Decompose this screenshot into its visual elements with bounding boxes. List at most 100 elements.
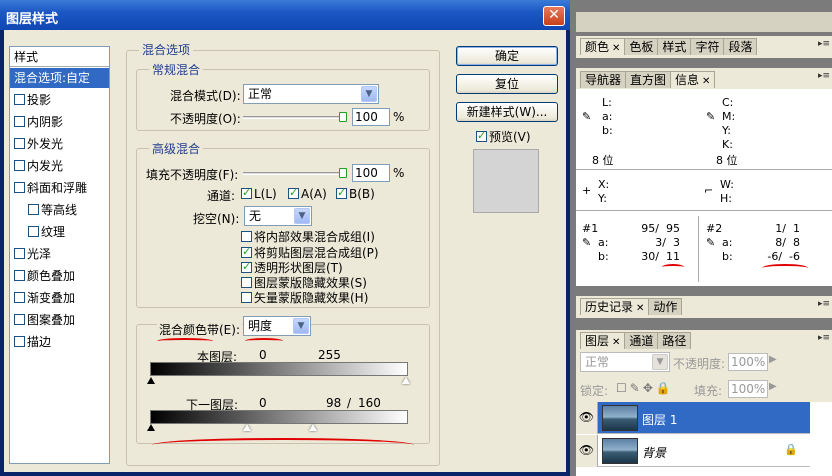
checkbox-icon xyxy=(14,160,25,171)
style-item[interactable]: 等高线 xyxy=(10,200,109,220)
style-item[interactable]: 纹理 xyxy=(10,222,109,242)
panel-tab[interactable]: 直方图 xyxy=(625,71,672,88)
layer-name: 图层 1 xyxy=(642,413,678,427)
this-layer-low: 0 xyxy=(259,348,267,362)
info-bit-right: 8 位 xyxy=(716,154,738,167)
style-item[interactable]: 内阴影 xyxy=(10,112,109,132)
panel-menu-icon[interactable]: ▸≡ xyxy=(818,39,830,49)
panel-menu-icon[interactable]: ▸≡ xyxy=(818,299,830,309)
style-list-header: 样式 xyxy=(10,47,109,67)
style-item[interactable]: 描边 xyxy=(10,332,109,352)
close-button[interactable]: ✕ xyxy=(543,6,565,26)
channel-l-checkbox[interactable]: L(L) xyxy=(241,186,277,201)
panel-menu-icon[interactable]: ▸≡ xyxy=(818,71,830,81)
lock-icons[interactable]: ☐✎✥🔒 xyxy=(616,381,674,395)
eye-icon[interactable]: 👁 xyxy=(576,435,598,467)
checkbox-icon xyxy=(14,116,25,127)
color-panel-tabs: 颜色 ✕ 色板 样式 字符 段落 xyxy=(580,38,758,56)
layer-opacity-input[interactable]: 100% xyxy=(728,353,768,371)
panel-tab-label: 动作 xyxy=(653,300,678,314)
info-panel-tabs: 导航器 直方图 信息 ✕ xyxy=(580,71,716,89)
info-divider xyxy=(698,216,699,282)
opacity-input[interactable]: 100 xyxy=(352,108,390,126)
knockout-select[interactable]: 无 ▼ xyxy=(244,206,312,226)
layer-row[interactable]: 👁 背景 🔒 xyxy=(576,435,810,467)
layer-name: 背景 xyxy=(642,446,667,460)
info-a: a: xyxy=(602,110,613,123)
style-item[interactable]: 图案叠加 xyxy=(10,310,109,330)
this-layer-gradient xyxy=(150,362,408,376)
fill-opacity-input[interactable]: 100 xyxy=(352,164,390,182)
layer-row[interactable]: 👁 图层 1 xyxy=(576,402,810,434)
panel-tab[interactable]: 动作 xyxy=(648,298,683,315)
layer-blend-mode-select[interactable]: 正常 ▼ xyxy=(580,352,670,372)
panel-tab[interactable]: 导航器 xyxy=(580,71,627,88)
channel-a-checkbox[interactable]: A(A) xyxy=(288,186,327,201)
blend-if-select[interactable]: 明度 ▼ xyxy=(243,316,311,336)
this-layer-white-thumb[interactable] xyxy=(402,377,410,384)
panel-tab[interactable]: 图层 ✕ xyxy=(580,332,626,349)
panel-tab[interactable]: 颜色 ✕ xyxy=(580,38,626,55)
info-divider xyxy=(576,210,832,211)
opacity-slider[interactable] xyxy=(243,116,347,119)
style-item[interactable]: 外发光 xyxy=(10,134,109,154)
checkbox-icon xyxy=(241,186,252,199)
info-h: H: xyxy=(720,192,732,205)
new-style-button[interactable]: 新建样式(W)... xyxy=(456,102,558,122)
opacity-slider-thumb[interactable] xyxy=(339,112,347,122)
opt-inner-effects[interactable]: 将内部效果混合成组(I) xyxy=(241,228,375,245)
checkbox-icon xyxy=(28,226,39,237)
style-item[interactable]: 渐变叠加 xyxy=(10,288,109,308)
close-tab-icon[interactable]: ✕ xyxy=(636,303,644,314)
blend-mode-select[interactable]: 正常 ▼ xyxy=(243,84,379,104)
reset-button[interactable]: 复位 xyxy=(456,74,558,94)
underlying-low: 0 xyxy=(259,396,267,410)
chevron-right-icon[interactable]: ▶ xyxy=(769,354,777,365)
underlying-gradient xyxy=(150,410,408,424)
style-item-label: 渐变叠加 xyxy=(27,291,76,305)
style-item[interactable]: 颜色叠加 xyxy=(10,266,109,286)
channel-b-checkbox[interactable]: B(B) xyxy=(336,186,375,201)
history-panel-tabs: 历史记录 ✕ 动作 xyxy=(580,298,683,316)
underlying-split-thumb-right[interactable] xyxy=(309,424,317,431)
panel-tab[interactable]: 信息 ✕ xyxy=(670,71,716,88)
info-y: Y: xyxy=(722,124,731,137)
fill-opacity-slider[interactable] xyxy=(243,172,347,175)
style-item[interactable]: 斜面和浮雕 xyxy=(10,178,109,198)
this-layer-black-thumb[interactable] xyxy=(147,377,155,384)
blend-mode-label: 混合模式(D): xyxy=(170,89,241,103)
close-tab-icon[interactable]: ✕ xyxy=(612,337,620,348)
panel-tab[interactable]: 通道 xyxy=(624,332,659,349)
panel-tab[interactable]: 路径 xyxy=(657,332,692,349)
panel-tab-label: 历史记录 xyxy=(585,300,634,314)
underlying-black-thumb[interactable] xyxy=(147,424,155,431)
close-tab-icon[interactable]: ✕ xyxy=(702,76,710,87)
style-item[interactable]: 投影 xyxy=(10,90,109,110)
eyedropper-icon: ✎ xyxy=(582,110,592,123)
preview-checkbox[interactable]: 预览(V) xyxy=(476,128,531,145)
fill-opacity-slider-thumb[interactable] xyxy=(339,168,347,178)
panel-tab[interactable]: 历史记录 ✕ xyxy=(580,298,650,315)
checkbox-icon xyxy=(241,292,252,303)
style-item[interactable]: 混合选项:自定 xyxy=(10,68,109,88)
close-tab-icon[interactable]: ✕ xyxy=(612,43,620,54)
chevron-right-icon[interactable]: ▶ xyxy=(769,381,777,392)
underlying-split-thumb-left[interactable] xyxy=(243,424,251,431)
style-item[interactable]: 光泽 xyxy=(10,244,109,264)
panel-tab[interactable]: 段落 xyxy=(723,38,758,55)
opt-vector-mask-hides[interactable]: 矢量蒙版隐藏效果(H) xyxy=(241,289,368,306)
style-item[interactable]: 内发光 xyxy=(10,156,109,176)
fill-label: 填充: xyxy=(694,384,723,398)
panel-menu-icon[interactable]: ▸≡ xyxy=(818,333,830,343)
channels-label: 通道: xyxy=(207,189,236,203)
checkbox-icon xyxy=(288,186,299,199)
layer-fill-input[interactable]: 100% xyxy=(728,380,768,398)
eye-icon[interactable]: 👁 xyxy=(576,402,598,434)
chevron-down-icon: ▼ xyxy=(652,354,668,370)
panel-tab[interactable]: 字符 xyxy=(690,38,725,55)
advanced-blend-title: 高级混合 xyxy=(149,140,204,157)
panel-tab[interactable]: 色板 xyxy=(624,38,659,55)
ok-button[interactable]: 确定 xyxy=(456,46,558,66)
panel-tab[interactable]: 样式 xyxy=(657,38,692,55)
style-item-label: 图案叠加 xyxy=(27,313,76,327)
